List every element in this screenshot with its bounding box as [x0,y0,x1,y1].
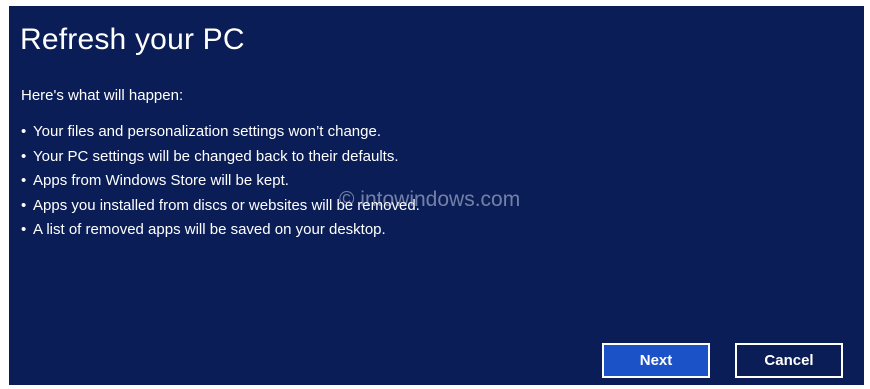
refresh-pc-dialog: Refresh your PC Here's what will happen:… [9,6,864,385]
dialog-subtitle: Here's what will happen: [21,87,184,104]
bullet-marker: • [21,123,27,140]
list-item: • Apps from Windows Store will be kept. [21,169,420,194]
list-item-text: A list of removed apps will be saved on … [33,221,386,238]
bullet-marker: • [21,221,27,238]
list-item-text: Your PC settings will be changed back to… [33,147,399,165]
bullet-marker: • [21,172,27,189]
list-item-text: Your files and personalization settings … [33,123,382,140]
changes-list: • Your files and personalization settings… [21,120,420,243]
list-item-text: Apps from Windows Store will be kept. [33,172,289,189]
list-item: • Your PC settings will be changed back t… [21,145,420,170]
cancel-button[interactable]: Cancel [735,343,843,378]
list-item: • Your files and personalization settings… [21,120,420,145]
dialog-title: Refresh your PC [20,23,245,56]
list-item-text: Apps you installed from discs or website… [33,196,420,214]
list-item: • Apps you installed from discs or websit… [21,194,420,219]
bullet-marker: • [21,147,27,165]
bullet-marker: • [21,196,27,214]
next-button[interactable]: Next [602,343,710,378]
list-item: • A list of removed apps will be saved on… [21,218,420,243]
